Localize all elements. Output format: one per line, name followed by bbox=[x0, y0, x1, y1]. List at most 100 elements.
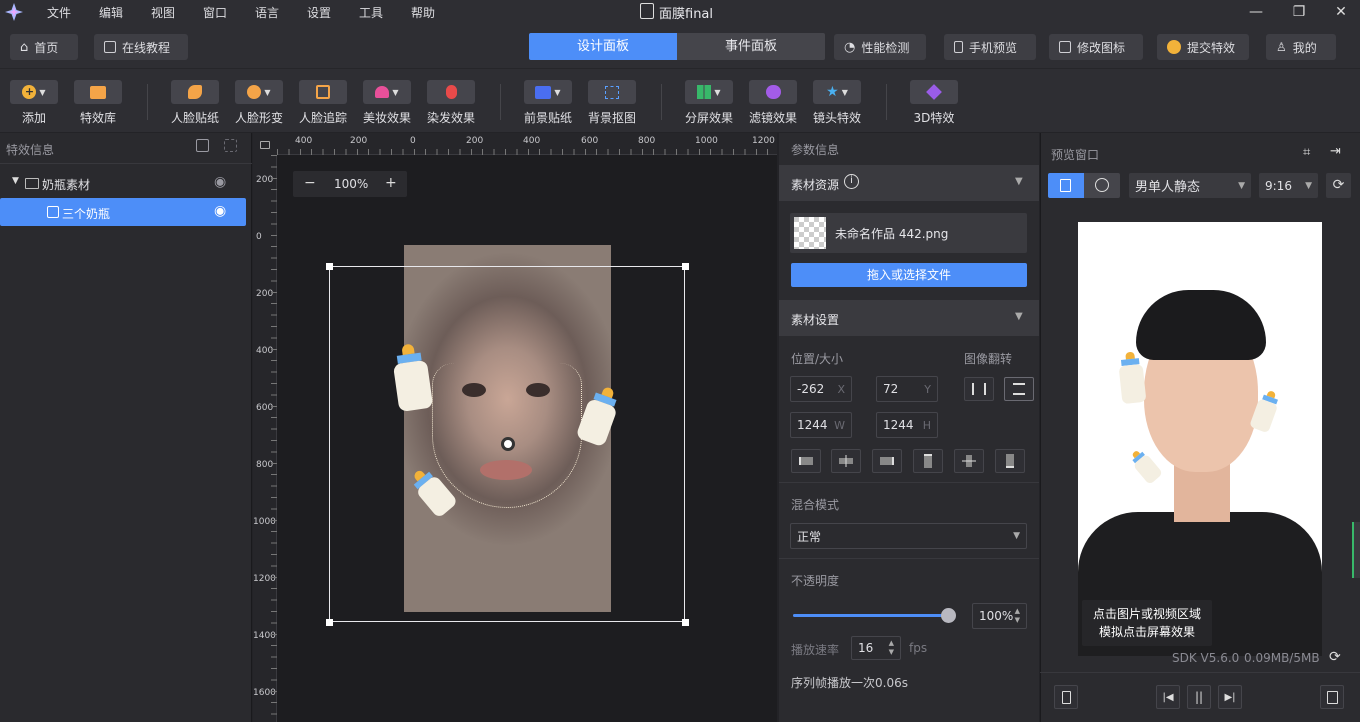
lens-tool[interactable]: ★ ▼ 镜头特效 bbox=[813, 80, 861, 126]
maximize-icon[interactable]: ❐ bbox=[1284, 2, 1314, 22]
image-mode-button[interactable] bbox=[1048, 173, 1084, 198]
duplicate-icon[interactable] bbox=[224, 139, 237, 152]
align-top-button[interactable] bbox=[913, 449, 943, 473]
eye-icon[interactable]: ◉ bbox=[214, 174, 226, 190]
resize-handle[interactable] bbox=[326, 263, 333, 270]
opacity-slider[interactable] bbox=[793, 614, 949, 617]
anchor-point[interactable] bbox=[501, 437, 515, 451]
expand-triangle-icon[interactable]: ▼ bbox=[12, 176, 19, 186]
tree-item-selected[interactable]: 三个奶瓶 ◉ bbox=[0, 198, 246, 226]
phone-preview-button[interactable]: 手机预览 bbox=[944, 34, 1036, 60]
menu-edit[interactable]: 编辑 bbox=[99, 4, 123, 21]
face-track-tool[interactable]: 人脸追踪 bbox=[299, 80, 347, 126]
align-vcenter-button[interactable] bbox=[954, 449, 984, 473]
box-icon bbox=[90, 85, 106, 99]
y-field[interactable]: 72 Y bbox=[876, 376, 938, 402]
home-button[interactable]: ⌂ 首页 bbox=[10, 34, 78, 60]
blend-mode-select[interactable]: 正常 ▼ bbox=[790, 523, 1027, 549]
side-scrollbar[interactable] bbox=[1352, 522, 1360, 578]
divider bbox=[779, 558, 1039, 559]
export-button[interactable] bbox=[1320, 685, 1344, 709]
camera-mode-button[interactable] bbox=[1084, 173, 1120, 198]
height-field[interactable]: 1244 H bbox=[876, 412, 938, 438]
zoom-out-button[interactable]: − bbox=[304, 175, 316, 191]
bg-cutout-tool[interactable]: 背景抠图 bbox=[588, 80, 636, 126]
menu-language[interactable]: 语言 bbox=[255, 4, 279, 21]
tab-design-panel[interactable]: 设计面板 bbox=[529, 33, 677, 60]
submit-button[interactable]: 提交特效 bbox=[1157, 34, 1249, 60]
h-value: 1244 bbox=[883, 418, 914, 432]
tree-group-row[interactable]: ▼ 奶瓶素材 ◉ bbox=[0, 171, 252, 197]
flip-horizontal-button[interactable] bbox=[964, 377, 994, 401]
width-field[interactable]: 1244 W bbox=[790, 412, 852, 438]
pause-button[interactable]: || bbox=[1187, 685, 1211, 709]
face-sticker-tool[interactable]: 人脸贴纸 bbox=[171, 80, 219, 126]
next-frame-button[interactable]: ▶| bbox=[1218, 685, 1242, 709]
copy-icon[interactable] bbox=[196, 139, 209, 152]
pos-size-label: 位置/大小 bbox=[791, 352, 844, 366]
minimize-icon[interactable]: — bbox=[1241, 2, 1271, 22]
collapse-icon[interactable]: ▼ bbox=[1015, 311, 1023, 322]
menu-view[interactable]: 视图 bbox=[151, 4, 175, 21]
settings-section-header[interactable]: 素材设置 ▼ bbox=[779, 300, 1039, 336]
eye-icon[interactable]: ◉ bbox=[214, 203, 226, 219]
zoom-in-button[interactable]: + bbox=[385, 175, 397, 191]
makeup-tool[interactable]: ▼ 美妆效果 bbox=[363, 80, 411, 126]
tutorial-button[interactable]: 在线教程 bbox=[94, 34, 188, 60]
profile-button[interactable]: ♙ 我的 bbox=[1266, 34, 1336, 60]
crop-icon[interactable]: ⌗ bbox=[1303, 145, 1310, 160]
edit-icon-button[interactable]: 修改图标 bbox=[1049, 34, 1143, 60]
menu-settings[interactable]: 设置 bbox=[307, 4, 331, 21]
align-hcenter-button[interactable] bbox=[831, 449, 861, 473]
blend-label: 混合模式 bbox=[791, 498, 840, 512]
refresh-icon[interactable]: ⟳ bbox=[1329, 649, 1341, 665]
align-left-button[interactable] bbox=[791, 449, 821, 473]
info-icon[interactable]: i bbox=[844, 174, 859, 189]
tab-event-panel[interactable]: 事件面板 bbox=[677, 33, 825, 60]
spinner-icon[interactable]: ▲ ▼ bbox=[889, 639, 894, 657]
performance-button[interactable]: ◔ 性能检测 bbox=[834, 34, 926, 60]
fx3d-tool[interactable]: 3D特效 bbox=[910, 80, 958, 126]
x-field[interactable]: -262 X bbox=[790, 376, 852, 402]
pause-icon: || bbox=[1194, 690, 1204, 704]
close-icon[interactable]: ✕ bbox=[1326, 2, 1356, 22]
filter-label: 滤镜效果 bbox=[749, 111, 798, 125]
model-select[interactable]: 男单人静态 ▼ bbox=[1129, 173, 1251, 198]
face-shape-tool[interactable]: ▼ 人脸形变 bbox=[235, 80, 283, 126]
ruler-label: 0 bbox=[410, 136, 416, 146]
opacity-input[interactable]: 100% ▲ ▼ bbox=[972, 603, 1027, 629]
hair-dye-tool[interactable]: 染发效果 bbox=[427, 80, 475, 126]
resize-handle[interactable] bbox=[326, 619, 333, 626]
align-right-button[interactable] bbox=[872, 449, 902, 473]
add-tool[interactable]: + ▼ 添加 bbox=[10, 80, 58, 126]
split-tool[interactable]: ▼ 分屏效果 bbox=[685, 80, 733, 126]
flip-vertical-button[interactable] bbox=[1004, 377, 1034, 401]
filter-tool[interactable]: 滤镜效果 bbox=[749, 80, 797, 126]
collapse-icon[interactable]: ▼ bbox=[1015, 176, 1023, 187]
preview-image[interactable] bbox=[1078, 222, 1322, 656]
menu-help[interactable]: 帮助 bbox=[411, 4, 435, 21]
collapse-panel-icon[interactable]: ⇥ bbox=[1330, 144, 1341, 159]
resize-handle[interactable] bbox=[682, 619, 689, 626]
menu-window[interactable]: 窗口 bbox=[203, 4, 227, 21]
app-logo-icon bbox=[4, 2, 24, 22]
screenshot-button[interactable] bbox=[1054, 685, 1078, 709]
prev-frame-button[interactable]: |◀ bbox=[1156, 685, 1180, 709]
opacity-slider-thumb[interactable] bbox=[941, 608, 956, 623]
resource-section-header[interactable]: 素材资源 i ▼ bbox=[779, 165, 1039, 201]
menu-file[interactable]: 文件 bbox=[47, 4, 71, 21]
lens-label: 镜头特效 bbox=[813, 111, 862, 125]
tracking-icon bbox=[316, 85, 330, 99]
spinner-icon[interactable]: ▲ ▼ bbox=[1015, 607, 1020, 625]
ratio-select[interactable]: 9:16 ▼ bbox=[1259, 173, 1318, 198]
fg-sticker-tool[interactable]: ▼ 前景贴纸 bbox=[524, 80, 572, 126]
lock-icon[interactable] bbox=[253, 133, 277, 155]
rate-input[interactable]: 16 ▲ ▼ bbox=[851, 636, 901, 660]
upload-button[interactable]: 拖入或选择文件 bbox=[791, 263, 1027, 287]
library-tool[interactable]: 特效库 bbox=[74, 80, 122, 126]
menu-tools[interactable]: 工具 bbox=[359, 4, 383, 21]
align-bottom-button[interactable] bbox=[995, 449, 1025, 473]
file-card[interactable]: 未命名作品 442.png bbox=[790, 213, 1027, 253]
resize-handle[interactable] bbox=[682, 263, 689, 270]
refresh-button[interactable]: ⟳ bbox=[1326, 173, 1351, 198]
